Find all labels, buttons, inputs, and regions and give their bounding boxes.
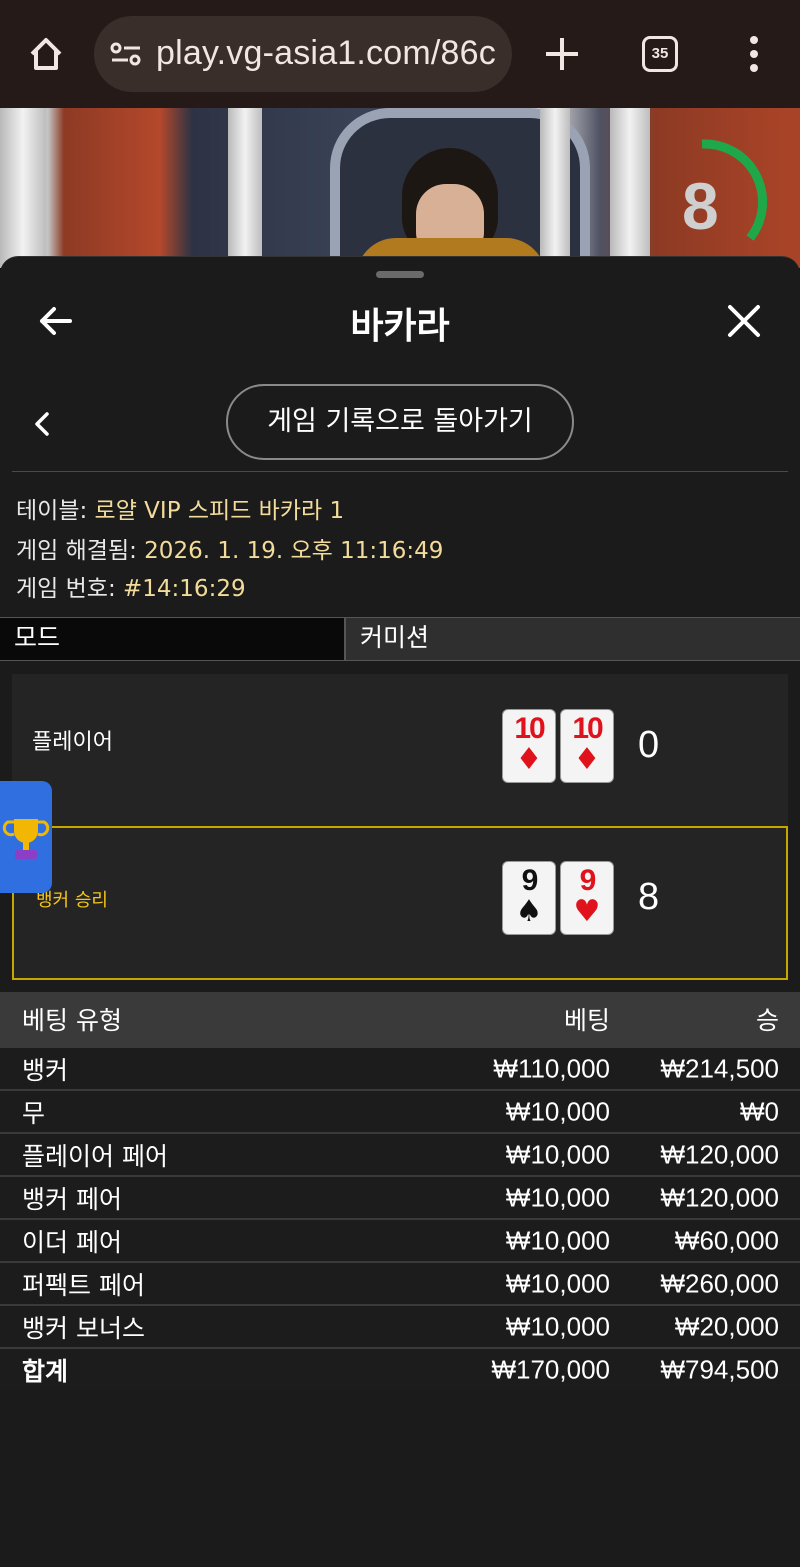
bet-amount-cell: ₩10,000 xyxy=(505,1096,610,1126)
player-card-1: 10 ♦ xyxy=(503,710,555,782)
mode-label: 모드 xyxy=(0,618,346,660)
banker-winner-box: 뱅커 승리 9 ♠ 9 ♥ 8 xyxy=(12,826,788,980)
resolved-info: 게임 해결됨: 2026. 1. 19. 오후 11:16:49 xyxy=(16,531,443,565)
bet-type-cell: 뱅커 xyxy=(22,1055,69,1085)
bet-amount-cell: ₩110,000 xyxy=(493,1053,610,1083)
bet-amount-cell: ₩10,000 xyxy=(505,1268,610,1298)
bet-table-header: 베팅 유형 베팅 승 xyxy=(0,992,800,1046)
drag-handle[interactable] xyxy=(376,271,424,278)
total-label: 합계 xyxy=(22,1356,69,1386)
resolved-info-value: 2026. 1. 19. 오후 11:16:49 xyxy=(144,538,444,564)
bet-amount-cell: ₩10,000 xyxy=(505,1139,610,1169)
header-win: 승 xyxy=(755,1006,779,1035)
win-amount-cell: ₩60,000 xyxy=(674,1225,779,1255)
diamond-icon: ♦ xyxy=(515,742,543,777)
player-label: 플레이어 xyxy=(32,730,113,755)
table-row: 뱅커 ₩110,000 ₩214,500 xyxy=(0,1046,800,1089)
bet-amount-cell: ₩10,000 xyxy=(505,1225,610,1255)
site-settings-icon[interactable] xyxy=(110,40,142,68)
table-row: 이더 페어 ₩10,000 ₩60,000 xyxy=(0,1218,800,1261)
bet-type-cell: 뱅커 페어 xyxy=(22,1184,122,1214)
banker-card-2: 9 ♥ xyxy=(561,862,613,934)
mode-row: 모드 커미션 xyxy=(0,617,800,661)
table-row: 뱅커 페어 ₩10,000 ₩120,000 xyxy=(0,1175,800,1218)
divider xyxy=(12,471,788,472)
banker-score: 8 xyxy=(638,876,660,918)
card-rank: 10 xyxy=(514,712,545,745)
win-amount-cell: ₩260,000 xyxy=(660,1268,779,1298)
spade-icon: ♠ xyxy=(515,894,543,929)
card-rank: 9 xyxy=(579,864,597,897)
win-amount-cell: ₩20,000 xyxy=(674,1311,779,1341)
win-amount-cell: ₩214,500 xyxy=(660,1053,779,1083)
table-info-label: 테이블: xyxy=(16,498,95,524)
diamond-icon: ♦ xyxy=(573,742,601,777)
bet-type-cell: 뱅커 보너스 xyxy=(22,1313,145,1343)
result-panel: 플레이어 10 ♦ 10 ♦ 0 뱅커 승리 9 ♠ 9 ♥ 8 xyxy=(12,674,788,980)
video-pillar xyxy=(0,108,46,268)
header-bet-type: 베팅 유형 xyxy=(22,1006,122,1035)
plus-icon[interactable] xyxy=(540,32,584,76)
resolved-info-label: 게임 해결됨: xyxy=(16,538,145,564)
table-info: 테이블: 로얄 VIP 스피드 바카라 1 xyxy=(16,491,344,525)
win-amount-cell: ₩0 xyxy=(740,1096,779,1126)
sheet-title: 바카라 xyxy=(350,306,450,347)
browser-toolbar: play.vg-asia1.com/86c 35 xyxy=(0,0,800,108)
header-bet: 베팅 xyxy=(563,1006,610,1035)
game-number-label: 게임 번호: xyxy=(16,576,124,602)
table-row: 무 ₩10,000 ₩0 xyxy=(0,1089,800,1132)
bet-type-cell: 무 xyxy=(22,1098,46,1128)
mode-value: 커미션 xyxy=(360,623,430,652)
tab-switcher-icon[interactable]: 35 xyxy=(642,36,678,72)
table-row: 뱅커 보너스 ₩10,000 ₩20,000 xyxy=(0,1304,800,1347)
close-icon[interactable] xyxy=(726,303,762,339)
bet-amount-cell: ₩10,000 xyxy=(505,1182,610,1212)
trophy-icon[interactable] xyxy=(0,781,52,893)
heart-icon: ♥ xyxy=(573,894,601,929)
countdown-timer-value: 8 xyxy=(682,169,719,243)
bet-type-cell: 플레이어 페어 xyxy=(22,1141,168,1171)
bet-amount-cell: ₩10,000 xyxy=(505,1311,610,1341)
bet-table: 베팅 유형 베팅 승 뱅커 ₩110,000 ₩214,500 무 ₩10,00… xyxy=(0,992,800,1390)
card-rank: 10 xyxy=(572,712,603,745)
bet-type-cell: 퍼펙트 페어 xyxy=(22,1270,145,1300)
game-number-value: #14:16:29 xyxy=(123,576,246,602)
bet-type-cell: 이더 페어 xyxy=(22,1227,122,1257)
win-amount-cell: ₩120,000 xyxy=(660,1139,779,1169)
total-bet: ₩170,000 xyxy=(491,1354,610,1384)
game-detail-sheet: 바카라 게임 기록으로 돌아가기 테이블: 로얄 VIP 스피드 바카라 1 게… xyxy=(0,256,800,1567)
win-amount-cell: ₩120,000 xyxy=(660,1182,779,1212)
table-info-value: 로얄 VIP 스피드 바카라 1 xyxy=(94,498,345,524)
home-icon[interactable] xyxy=(26,34,66,74)
more-vert-icon[interactable] xyxy=(740,34,768,74)
card-rank: 9 xyxy=(521,864,539,897)
banker-card-1: 9 ♠ xyxy=(503,862,555,934)
back-to-history-button[interactable]: 게임 기록으로 돌아가기 xyxy=(226,384,574,460)
chevron-left-icon[interactable] xyxy=(32,409,52,439)
player-score: 0 xyxy=(638,724,660,766)
table-row: 퍼펙트 페어 ₩10,000 ₩260,000 xyxy=(0,1261,800,1304)
table-row: 플레이어 페어 ₩10,000 ₩120,000 xyxy=(0,1132,800,1175)
url-text: play.vg-asia1.com/86c xyxy=(156,34,496,72)
address-bar[interactable]: play.vg-asia1.com/86c xyxy=(94,16,512,92)
video-pillar xyxy=(228,108,262,268)
player-card-2: 10 ♦ xyxy=(561,710,613,782)
total-row: 합계 ₩170,000 ₩794,500 xyxy=(0,1347,800,1390)
game-number-info: 게임 번호: #14:16:29 xyxy=(16,569,246,603)
video-pillar xyxy=(540,108,570,268)
total-win: ₩794,500 xyxy=(660,1354,779,1384)
